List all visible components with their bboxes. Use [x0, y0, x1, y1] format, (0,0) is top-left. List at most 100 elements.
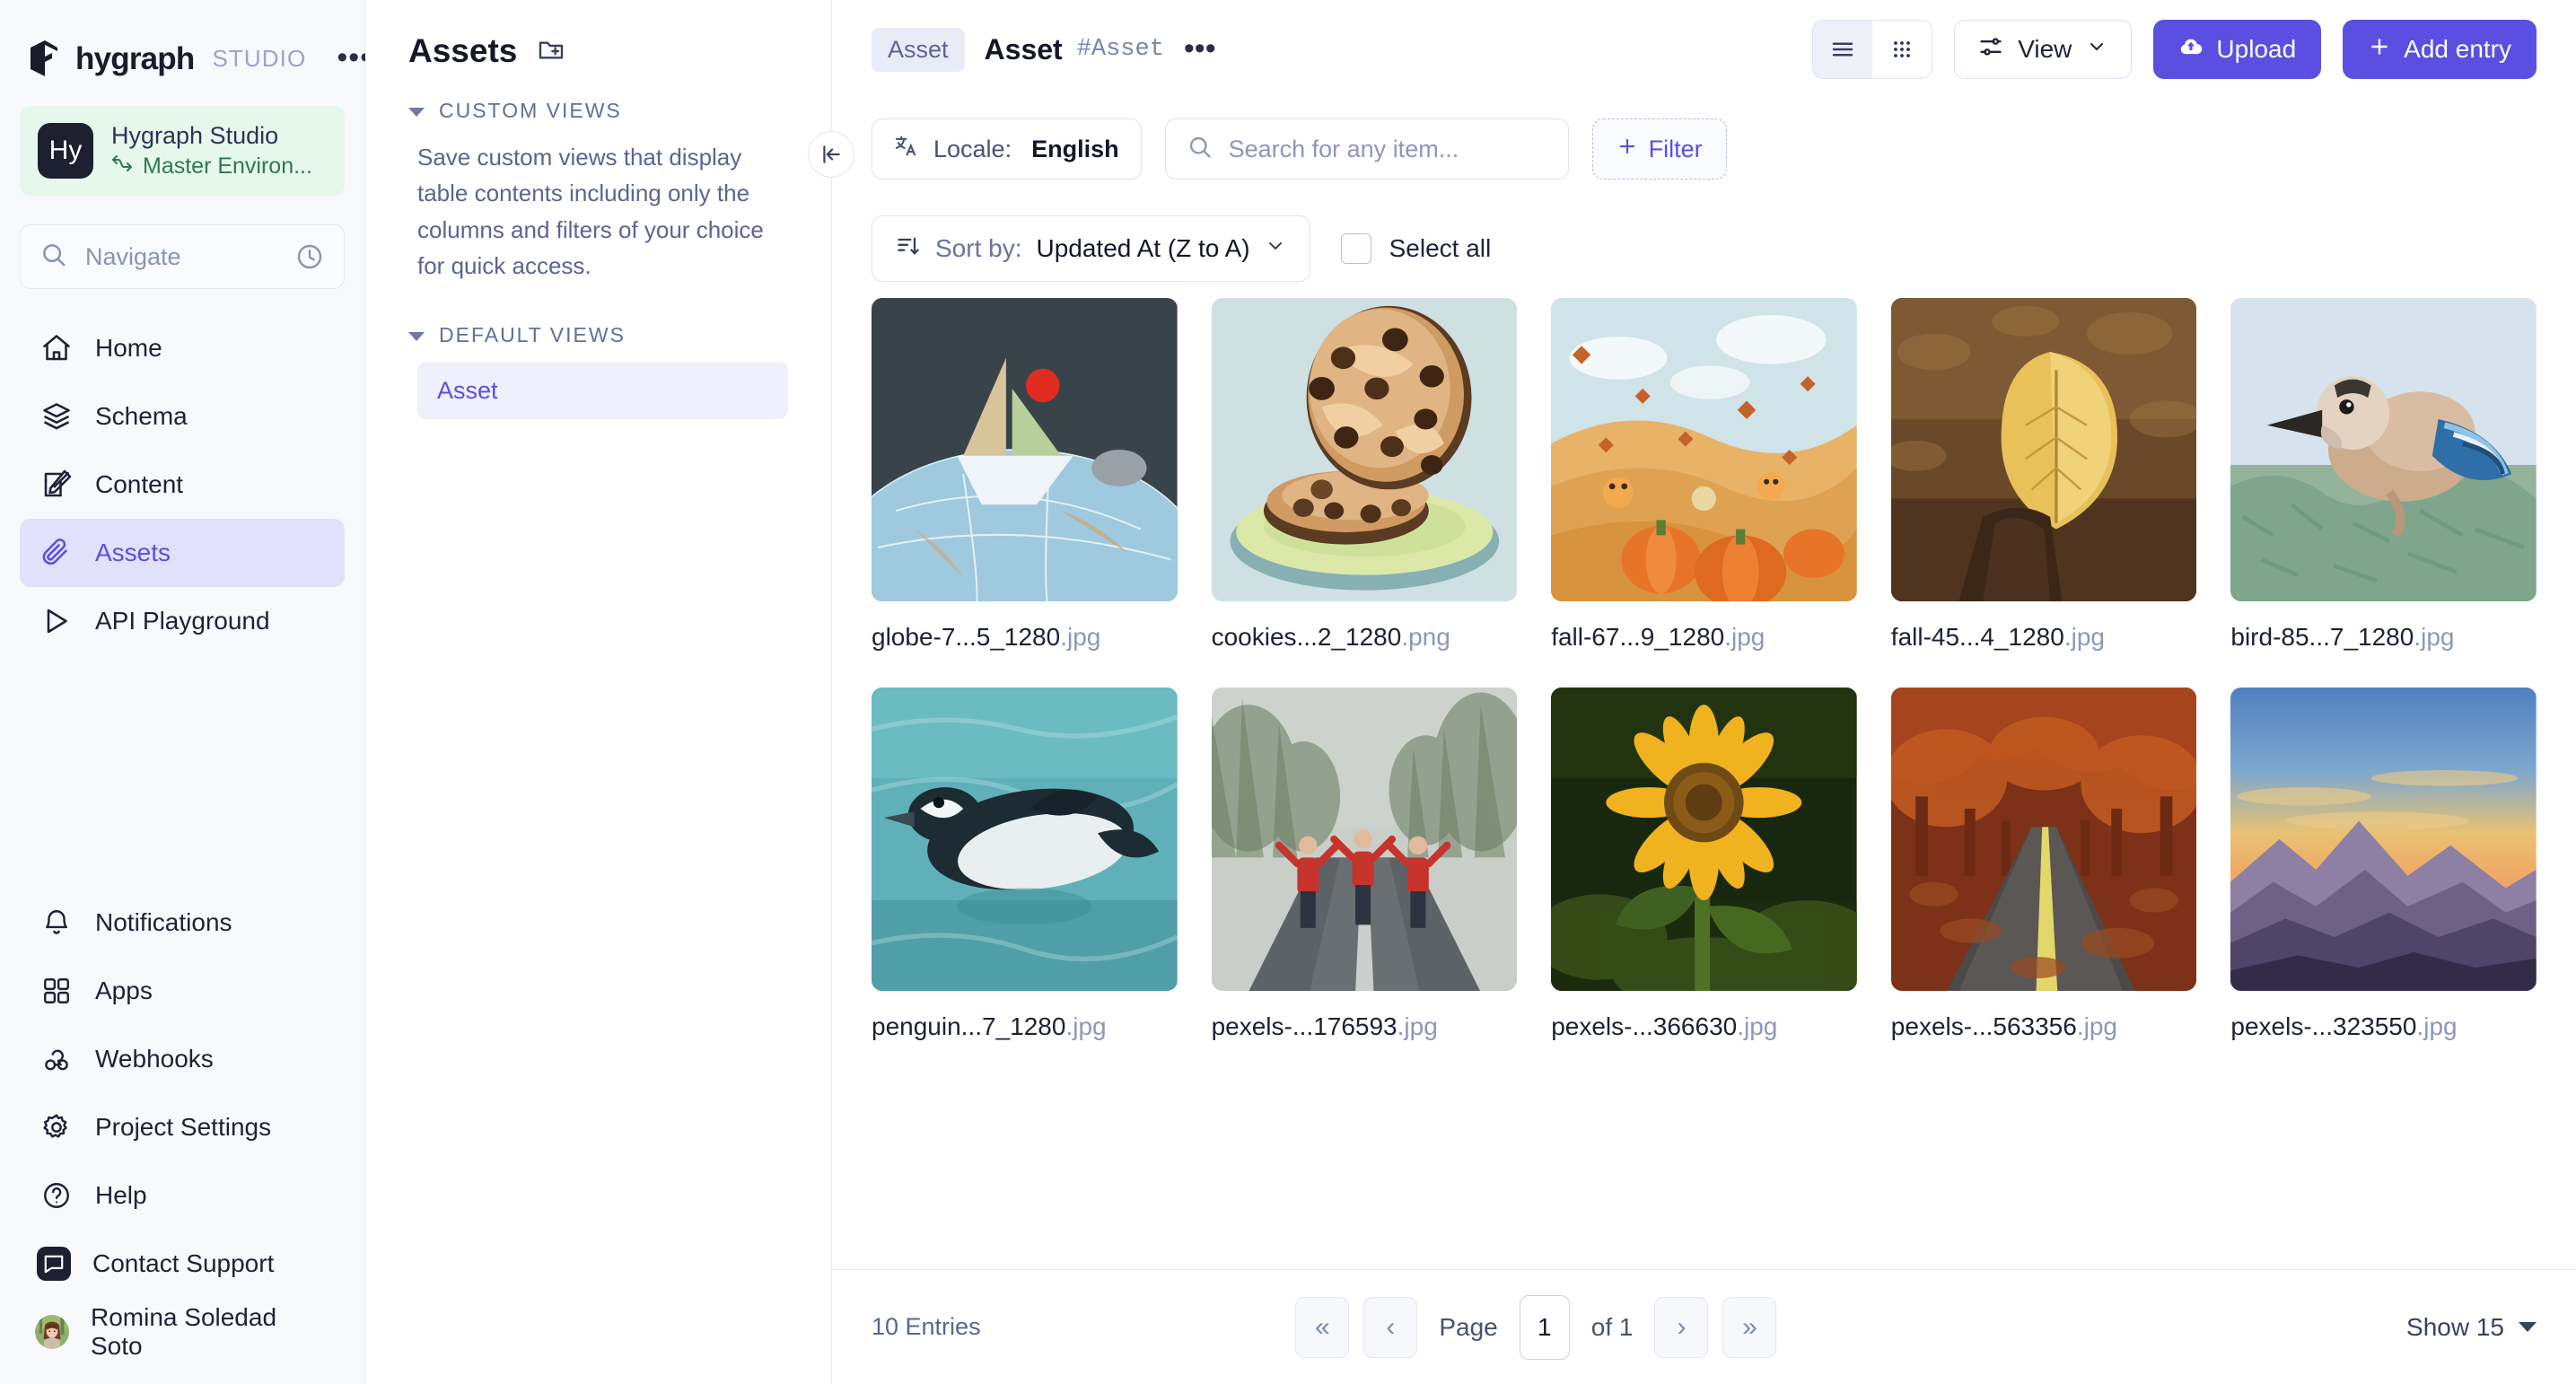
sidebar-item-project-settings[interactable]: Project Settings — [20, 1093, 345, 1161]
sidebar-item-user-profile[interactable]: Romina Soledad Soto — [20, 1298, 345, 1366]
cloud-upload-icon — [2178, 34, 2204, 66]
avatar — [35, 1315, 69, 1349]
asset-grid-wrapper: globe-7...5_1280.jpg cookies...2_1280.pn… — [832, 298, 2576, 1269]
view-options-button[interactable]: View — [1954, 20, 2133, 79]
asset-card[interactable]: fall-67...9_1280.jpg — [1551, 298, 1857, 652]
play-icon — [39, 604, 74, 638]
asset-thumbnail — [2230, 688, 2537, 991]
page-size-selector[interactable]: Show 15 — [2406, 1313, 2537, 1342]
page-title: Asset — [984, 32, 1063, 66]
upload-label: Upload — [2216, 35, 2297, 63]
folder-plus-icon[interactable] — [537, 35, 565, 68]
sort-by-dropdown[interactable]: Sort by: Updated At (Z to A) — [872, 215, 1310, 282]
asset-card[interactable]: cookies...2_1280.png — [1211, 298, 1518, 652]
select-all-control[interactable]: Select all — [1340, 233, 1491, 264]
locale-value: English — [1031, 135, 1119, 162]
grid-view-icon[interactable] — [1872, 21, 1932, 78]
upload-button[interactable]: Upload — [2153, 20, 2322, 79]
edit-square-icon — [39, 468, 74, 502]
sidebar-label-api-playground: API Playground — [95, 607, 270, 635]
primary-nav: Home Schema Content Assets API Playgroun… — [0, 314, 364, 655]
asset-filename: bird-85...7_1280.jpg — [2230, 623, 2455, 651]
asset-card[interactable]: pexels-...563356.jpg — [1890, 688, 2197, 1041]
sidebar-item-notifications[interactable]: Notifications — [20, 889, 345, 957]
add-entry-button[interactable]: Add entry — [2343, 20, 2537, 79]
sidebar-item-webhooks[interactable]: Webhooks — [20, 1025, 345, 1093]
clock-icon[interactable] — [295, 242, 324, 271]
asset-card[interactable]: pexels-...366630.jpg — [1551, 688, 1857, 1041]
view-item-asset[interactable]: Asset — [417, 362, 788, 420]
sidebar-label-schema: Schema — [95, 402, 188, 430]
sidebar-label-home: Home — [95, 334, 162, 362]
group-header-default-views[interactable]: DEFAULT VIEWS — [408, 323, 788, 347]
asset-card[interactable]: bird-85...7_1280.jpg — [2230, 298, 2537, 652]
asset-filename: fall-45...4_1280.jpg — [1890, 623, 2105, 651]
locale-label: Locale: — [933, 135, 1012, 162]
paperclip-icon — [39, 536, 74, 570]
asset-thumbnail — [872, 688, 1178, 991]
asset-card[interactable]: pexels-...176593.jpg — [1211, 688, 1518, 1041]
double-chevron-right-icon[interactable]: » — [1722, 1296, 1777, 1358]
sidebar-item-apps[interactable]: Apps — [20, 957, 345, 1025]
asset-filename: fall-67...9_1280.jpg — [1551, 623, 1766, 651]
caret-down-icon — [408, 107, 425, 117]
add-entry-label: Add entry — [2404, 35, 2511, 63]
sidebar-item-help[interactable]: Help — [20, 1161, 345, 1230]
search-icon — [40, 241, 67, 273]
chevron-right-icon[interactable]: › — [1654, 1296, 1709, 1358]
group-label-custom-views: CUSTOM VIEWS — [439, 99, 622, 122]
sort-toolbar: Sort by: Updated At (Z to A) Select all — [832, 199, 2576, 298]
navigate-placeholder: Navigate — [85, 242, 181, 270]
sidebar-label-project-settings: Project Settings — [95, 1113, 272, 1141]
page-number-input[interactable] — [1519, 1294, 1570, 1360]
sidebar-item-content[interactable]: Content — [20, 451, 345, 519]
sidebar-item-home[interactable]: Home — [20, 314, 345, 382]
webhook-icon — [39, 1042, 74, 1076]
search-input[interactable] — [1228, 135, 1546, 163]
environment-label: Master Environ... — [143, 153, 312, 179]
ellipsis-icon[interactable]: ••• — [1184, 34, 1216, 64]
sidebar-item-contact-support[interactable]: Contact Support — [20, 1230, 345, 1298]
sidebar-label-help: Help — [95, 1181, 147, 1209]
sidebar-item-schema[interactable]: Schema — [20, 382, 345, 451]
asset-filename: penguin...7_1280.jpg — [872, 1012, 1107, 1040]
asset-thumbnail — [1890, 688, 2197, 991]
sliders-icon — [1978, 34, 2003, 66]
add-filter-button[interactable]: Filter — [1591, 118, 1727, 180]
sidebar-item-api-playground[interactable]: API Playground — [20, 587, 345, 655]
double-chevron-left-icon[interactable]: « — [1295, 1296, 1350, 1358]
search-field-wrapper[interactable] — [1164, 118, 1569, 180]
locale-selector[interactable]: Locale: English — [872, 118, 1142, 180]
brand-row: hygraph STUDIO ••• — [0, 0, 371, 86]
project-switcher[interactable]: Hy Hygraph Studio Master Environ... — [20, 106, 345, 196]
breadcrumb[interactable]: Asset — [872, 27, 965, 72]
collapse-left-icon[interactable] — [808, 131, 854, 178]
chevron-down-icon — [2519, 1322, 2537, 1332]
navigate-search[interactable]: Navigate — [20, 224, 345, 289]
asset-card[interactable]: globe-7...5_1280.jpg — [872, 298, 1178, 652]
app-root: hygraph STUDIO ••• Hy Hygraph Studio Mas… — [0, 0, 2576, 1384]
asset-card[interactable]: fall-45...4_1280.jpg — [1890, 298, 2197, 652]
filter-toolbar: Locale: English Filter — [832, 99, 2576, 199]
asset-filename: pexels-...323550.jpg — [2230, 1012, 2458, 1040]
asset-card[interactable]: penguin...7_1280.jpg — [872, 688, 1178, 1041]
asset-filename: pexels-...563356.jpg — [1890, 1012, 2117, 1040]
views-header: Assets — [408, 0, 788, 77]
select-all-checkbox[interactable] — [1340, 233, 1371, 264]
sidebar-label-assets: Assets — [95, 539, 171, 566]
page-label: Page — [1439, 1312, 1498, 1341]
group-header-custom-views[interactable]: CUSTOM VIEWS — [408, 99, 788, 123]
asset-card[interactable]: pexels-...323550.jpg — [2230, 688, 2537, 1041]
main-sidebar: hygraph STUDIO ••• Hy Hygraph Studio Mas… — [0, 0, 371, 1384]
asset-thumbnail — [872, 298, 1178, 601]
caret-down-icon — [408, 331, 425, 341]
pagination-footer: 10 Entries « ‹ Page of 1 › » Show 15 — [832, 1269, 2576, 1384]
plus-icon — [1617, 136, 1638, 163]
sidebar-label-webhooks: Webhooks — [95, 1045, 214, 1073]
chevron-left-icon[interactable]: ‹ — [1363, 1296, 1418, 1358]
sidebar-item-assets[interactable]: Assets — [20, 519, 345, 587]
list-view-icon[interactable] — [1813, 21, 1872, 78]
view-item-label: Asset — [437, 376, 498, 404]
custom-views-description: Save custom views that display table con… — [417, 144, 764, 279]
home-icon — [39, 331, 74, 365]
